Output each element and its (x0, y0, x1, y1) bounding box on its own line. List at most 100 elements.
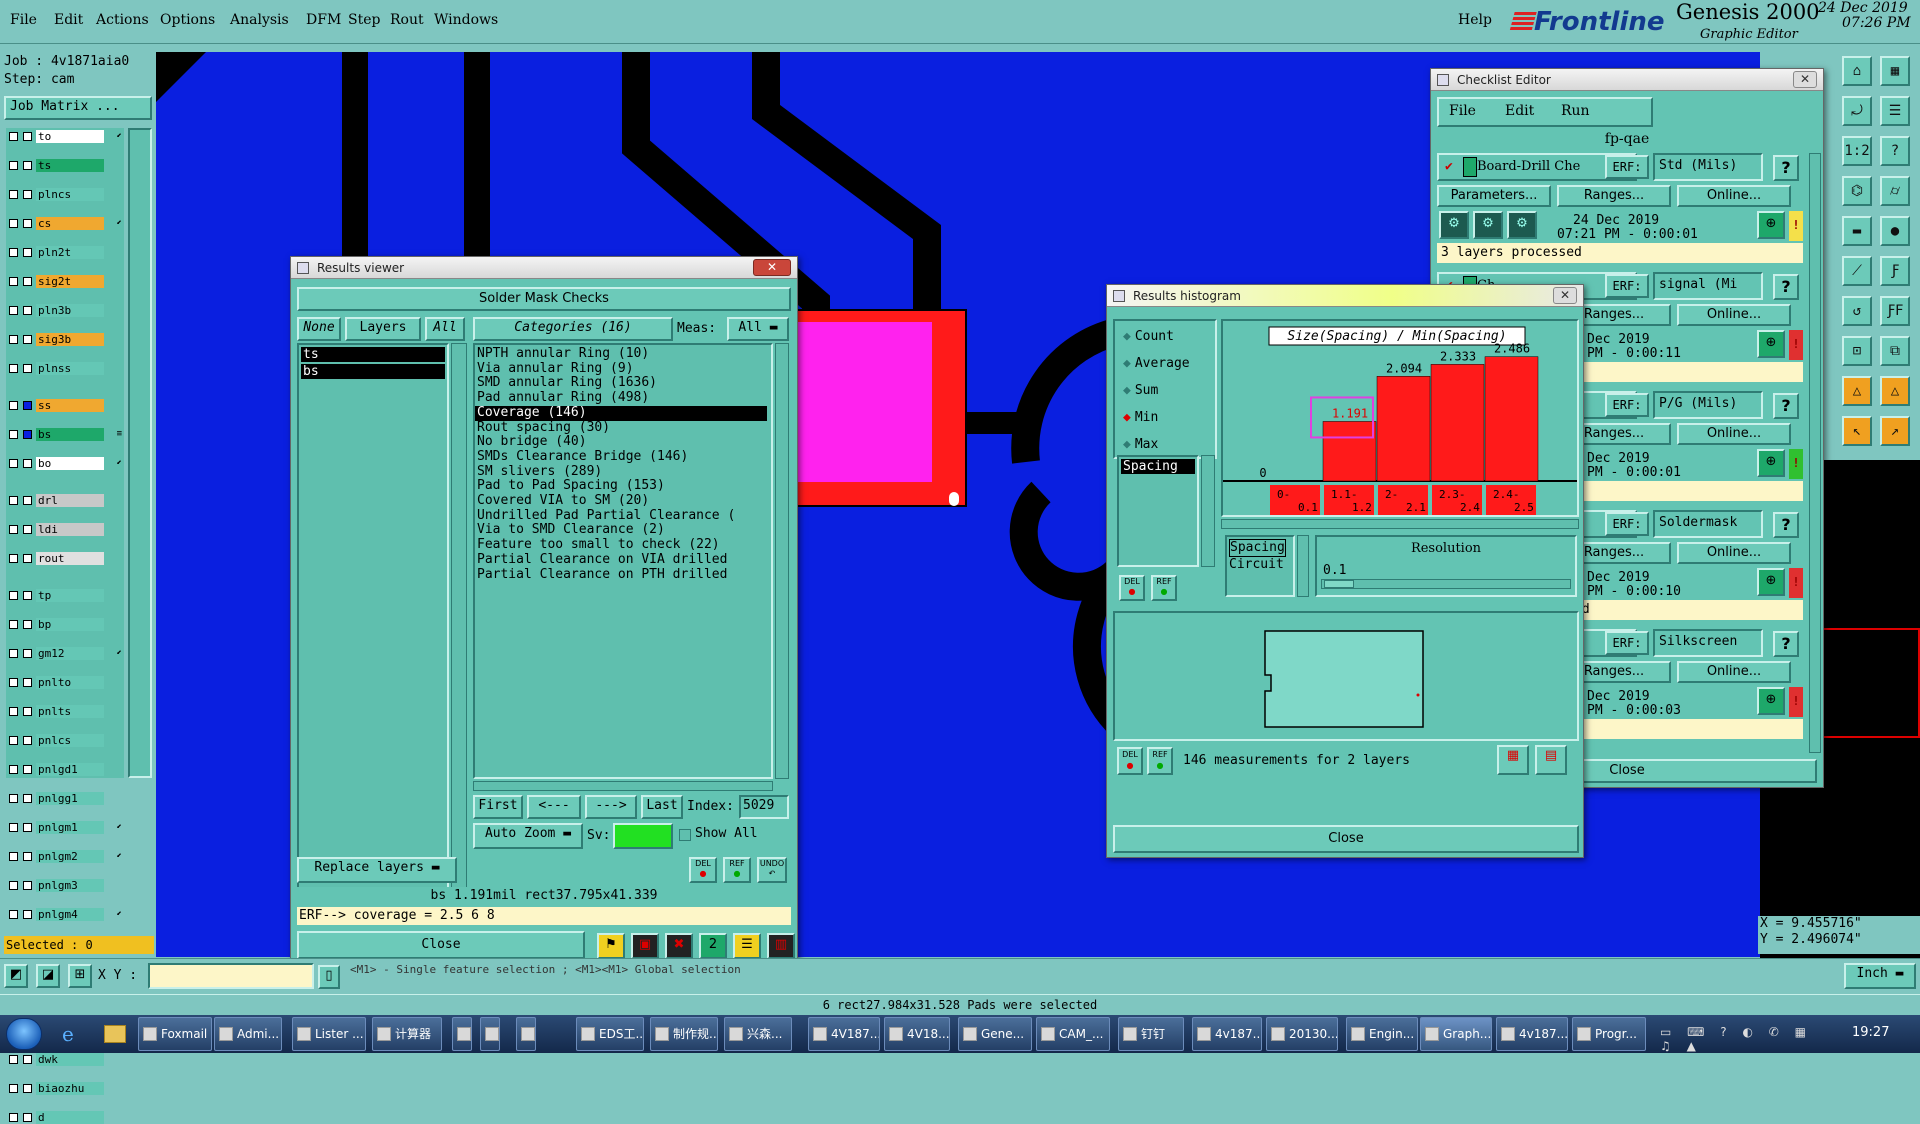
menu-step[interactable]: Step (348, 12, 380, 28)
taskbar-item[interactable]: 20130... (1266, 1017, 1338, 1051)
nav-first-button[interactable]: First (473, 795, 523, 819)
categories-vscroll[interactable] (775, 343, 789, 779)
option-max[interactable]: ◆ Max (1123, 437, 1158, 452)
layer-row[interactable]: pnlcs (6, 734, 124, 747)
category-item[interactable]: SMD annular Ring (1636) (475, 376, 771, 391)
option-sum[interactable]: ◆ Sum (1123, 383, 1158, 398)
zoom-results-icon[interactable]: ⊕ (1757, 687, 1785, 715)
taskbar-item[interactable]: 制作规... (650, 1017, 718, 1051)
layer-affected-checkbox[interactable] (23, 554, 32, 563)
taskbar-item[interactable]: CAM_... (1036, 1017, 1110, 1051)
taskbar-item[interactable]: Foxmail (138, 1017, 212, 1051)
layer-row[interactable]: pnlto (6, 676, 124, 689)
zoom-results-icon[interactable]: ⊕ (1757, 568, 1785, 596)
spacing-list-scroll[interactable] (1201, 455, 1215, 567)
taskbar-item[interactable]: Gene... (958, 1017, 1032, 1051)
undo-button[interactable]: UNDO ↶ (757, 857, 787, 883)
layer-affected-checkbox[interactable] (23, 736, 32, 745)
layer-checkbox[interactable] (9, 132, 18, 141)
menu-lines-icon[interactable]: ☰ (1880, 96, 1910, 126)
category-item[interactable]: Pad to Pad Spacing (153) (475, 479, 771, 494)
print-chart-button[interactable]: ▤ (1535, 745, 1567, 775)
option-average[interactable]: ◆ Average (1123, 356, 1190, 371)
taskbar-item[interactable]: 4V18... (884, 1017, 950, 1051)
layer-checkbox[interactable] (9, 219, 18, 228)
layer-checkbox[interactable] (9, 161, 18, 170)
layer-row[interactable]: pnlgd1 (6, 763, 124, 776)
zoom-results-icon[interactable]: ⊕ (1757, 330, 1785, 358)
chart-hscroll[interactable] (1221, 519, 1579, 529)
sv-color-select[interactable] (613, 823, 673, 849)
online-button[interactable]: Online... (1677, 542, 1791, 564)
layer-checkbox[interactable] (9, 248, 18, 257)
erf-value[interactable]: Silkscreen (1653, 629, 1763, 657)
layer-row[interactable]: sig3b (6, 333, 124, 346)
help-icon[interactable]: ? (1773, 155, 1799, 181)
layer-checkbox[interactable] (9, 306, 18, 315)
taskbar-item[interactable]: Admi... (214, 1017, 282, 1051)
option-min[interactable]: ◆ Min (1123, 410, 1158, 425)
taskbar-item[interactable]: Progr... (1572, 1017, 1646, 1051)
zoom-results-icon[interactable]: ⊕ (1757, 449, 1785, 477)
nav-prev-button[interactable]: <--- (527, 795, 581, 819)
taskbar-item[interactable]: 4v187... (1496, 1017, 1568, 1051)
rotate-icon[interactable]: ↺ (1842, 296, 1872, 326)
layer-row[interactable]: ldi (6, 523, 124, 536)
cursor-alt-icon[interactable]: ↗ (1880, 416, 1910, 446)
layer-affected-checkbox[interactable] (23, 707, 32, 716)
measure-tool-icon[interactable]: ◪ (36, 964, 60, 988)
category-item[interactable]: SM slivers (289) (475, 464, 771, 480)
folder-icon[interactable] (104, 1025, 126, 1043)
taskbar-item[interactable]: 4V187... (808, 1017, 880, 1051)
layer-affected-checkbox[interactable] (23, 1084, 32, 1093)
undo-view-icon[interactable]: ⤾ (1842, 96, 1872, 126)
taskbar-item[interactable] (480, 1017, 500, 1051)
layer-row[interactable]: plncs (6, 188, 124, 201)
layer-affected-checkbox[interactable] (23, 765, 32, 774)
category-item[interactable]: Undrilled Pad Partial Clearance ( (475, 508, 771, 524)
snap-icon[interactable]: ⌭ (1880, 176, 1910, 206)
category-item[interactable]: No bridge (40) (475, 435, 771, 450)
tab-none[interactable]: None (297, 317, 341, 341)
layer-checkbox[interactable] (9, 794, 18, 803)
show-all-checkbox[interactable] (679, 829, 691, 841)
layer-row[interactable]: pnlgg1 (6, 792, 124, 805)
cross-icon[interactable]: ✖ (665, 933, 693, 959)
results-close-button[interactable]: Close (297, 931, 585, 959)
layer-affected-checkbox[interactable] (23, 306, 32, 315)
categories-button[interactable]: Categories (16) (473, 317, 673, 341)
menu-options[interactable]: Options (160, 12, 215, 28)
layer-affected-checkbox[interactable] (23, 219, 32, 228)
erf-value[interactable]: signal (Mi (1653, 272, 1763, 300)
layer-row[interactable]: ss (6, 399, 124, 412)
parameters-button[interactable]: Parameters... (1437, 185, 1551, 207)
layer-checkbox[interactable] (9, 881, 18, 890)
layer-row[interactable]: bs ≡ (6, 428, 124, 441)
taskbar-item[interactable]: 计算器 (372, 1017, 442, 1051)
zoom-home-icon[interactable]: ⌂ (1842, 56, 1872, 86)
layer-checkbox[interactable] (9, 1113, 18, 1122)
unit-select[interactable]: Inch ▬ (1844, 963, 1916, 989)
layer-row[interactable]: sig2t (6, 275, 124, 288)
layer-checkbox[interactable] (9, 620, 18, 629)
layer-checkbox[interactable] (9, 554, 18, 563)
categories-hscroll[interactable] (473, 781, 773, 791)
online-button[interactable]: Online... (1677, 304, 1791, 326)
layer-checkbox[interactable] (9, 910, 18, 919)
taskbar-item[interactable]: 兴森... (724, 1017, 792, 1051)
histogram-close-button[interactable]: Close (1113, 825, 1579, 853)
layer-checkbox[interactable] (9, 823, 18, 832)
screen-icon[interactable]: ▣ (631, 933, 659, 959)
start-button[interactable] (6, 1018, 42, 1050)
resolution-slider[interactable] (1321, 579, 1571, 589)
taskbar-item[interactable]: Engin... (1346, 1017, 1418, 1051)
layer-row[interactable]: pln3b (6, 304, 124, 317)
layer-checkbox[interactable] (9, 335, 18, 344)
layer-row[interactable]: tp (6, 589, 124, 602)
layer-affected-checkbox[interactable] (23, 401, 32, 410)
grid-tool-icon[interactable]: ⊞ (68, 964, 92, 988)
layer-row[interactable]: pnlgm4 ⬋ (6, 908, 124, 921)
category-item[interactable]: Coverage (146) (475, 405, 767, 421)
layer-affected-checkbox[interactable] (23, 132, 32, 141)
erf-value[interactable]: Std (Mils) (1653, 153, 1763, 181)
